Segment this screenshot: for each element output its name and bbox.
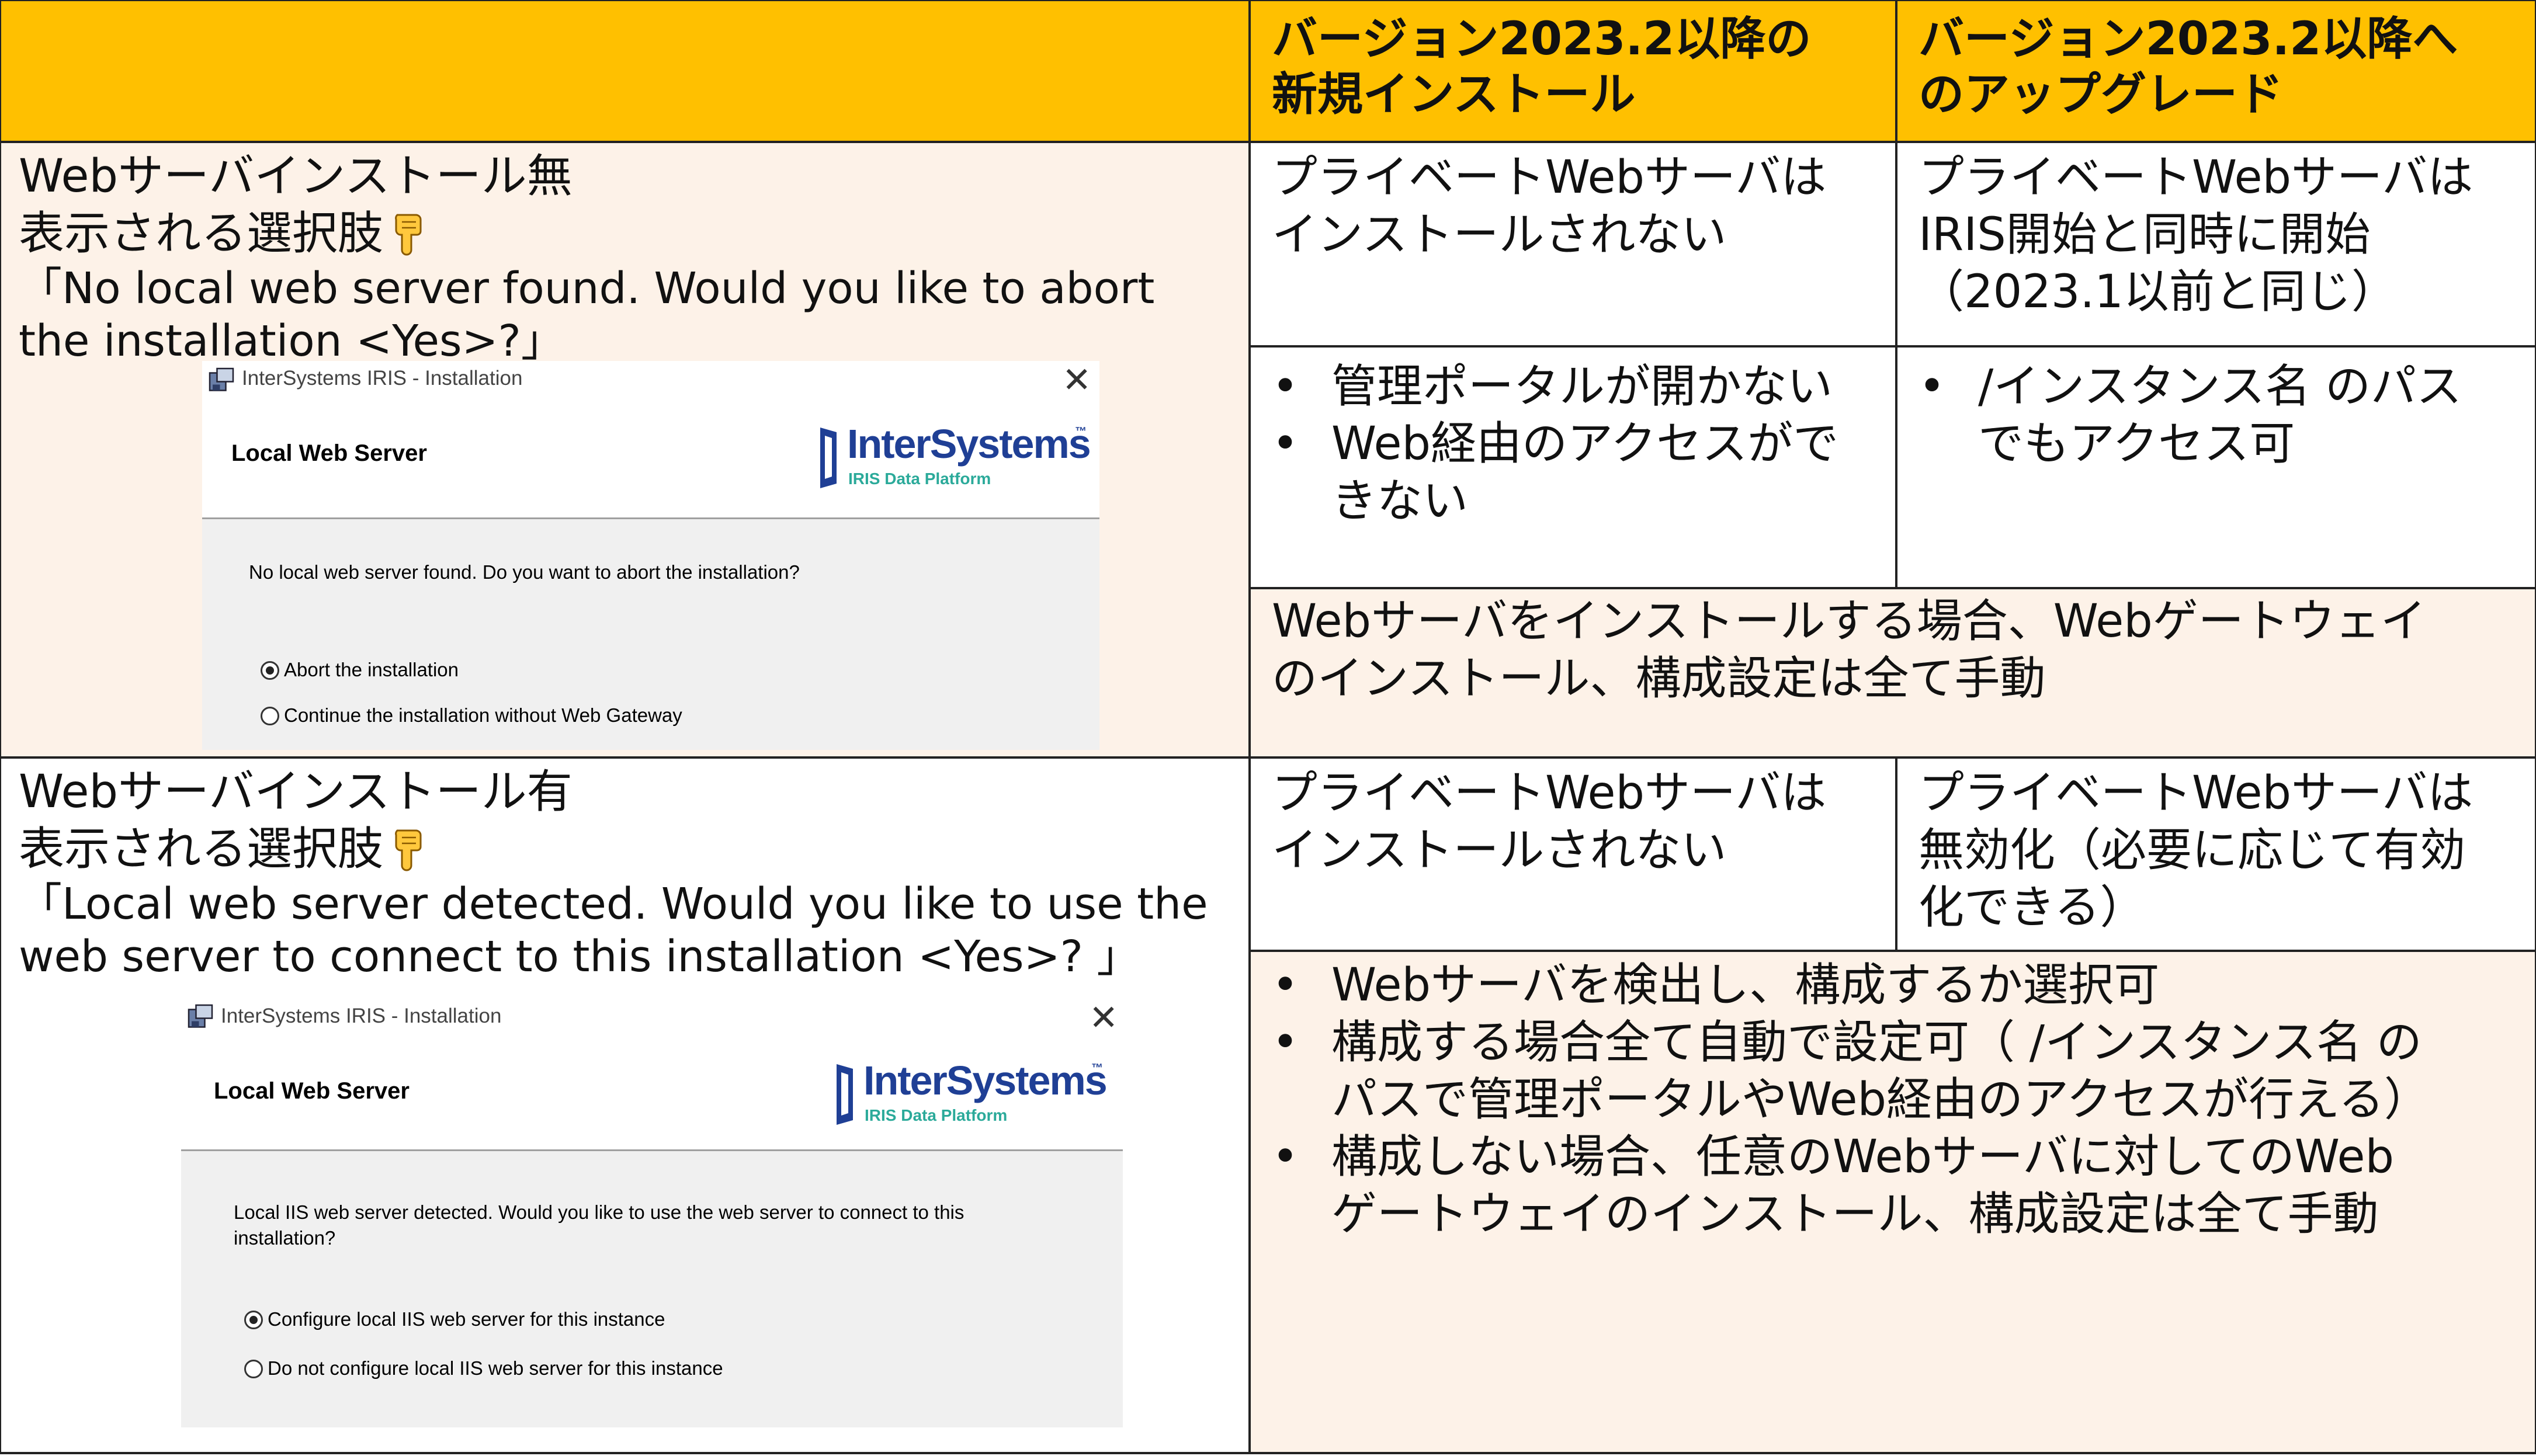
row2-choices-label: 表示される選択肢 <box>19 823 384 875</box>
comparison-table: バージョン2023.2以降の 新規インストール バージョン2023.2以降へ の… <box>0 0 2536 1456</box>
row2-upgrade-line3: 化できる） <box>1919 881 2146 934</box>
installer-app-icon <box>188 1004 213 1028</box>
row1-new-install-line2: インストールされない <box>1272 209 1727 261</box>
logo-name: InterSystems <box>863 1058 1108 1103</box>
row1-merged-line1: Webサーバをインストールする場合、Webゲートウェイ <box>1272 595 2426 648</box>
row2-upgrade-cell: プライベートWebサーバは 無効化（必要に応じて有効 化できる） <box>1895 756 2536 952</box>
row1-new-install-bullets-cell: 管理ポータルが開かない Web経由のアクセスがで きない <box>1248 345 1897 589</box>
installer-dialog-no-webserver: InterSystems IRIS - Installation ✕ Local… <box>202 360 1099 750</box>
option1-label: Abort the installation <box>284 659 459 680</box>
row1-upgrade-cell: プライベートWebサーバは IRIS開始と同時に開始 （2023.1以前と同じ） <box>1895 141 2536 348</box>
radio-button-icon[interactable] <box>244 1311 263 1329</box>
row1-upgrade-line2: IRIS開始と同時に開始 <box>1919 209 2371 261</box>
row1-upgrade-bullet-1-cont: でもアクセス可 <box>1897 415 2535 472</box>
header-empty-cell <box>0 0 1251 143</box>
close-icon[interactable]: ✕ <box>1062 360 1091 401</box>
intersystems-logo-icon: InterSystems ™ IRIS Data Platform <box>817 419 1091 495</box>
dialog-heading: Local Web Server <box>214 1078 410 1104</box>
row2-new-install-line1: プライベートWebサーバは <box>1272 767 1827 819</box>
pointing-down-hand-icon <box>395 829 422 871</box>
radio-option-abort[interactable]: Abort the installation <box>261 659 459 681</box>
header-upgrade-line1: バージョン2023.2以降へ <box>1919 13 2458 65</box>
row1-prompt-line1: 「No local web server found. Would you li… <box>19 263 1155 314</box>
row2-bullet-2-cont-text: パスで管理ポータルやWeb経由のアクセスが行える） <box>1331 1073 2430 1126</box>
radio-option-do-not-configure[interactable]: Do not configure local IIS web server fo… <box>244 1357 723 1379</box>
intersystems-logo-icon: InterSystems ™ IRIS Data Platform <box>833 1056 1113 1132</box>
row2-merged-cell: Webサーバを検出し、構成するか選択可 構成する場合全て自動で設定可（ /インス… <box>1248 950 2536 1454</box>
row2-prompt-line2: web server to connect to this installati… <box>19 932 1140 982</box>
row1-new-bullet-2: Web経由のアクセスがで <box>1251 415 1895 472</box>
row2-bullet-3: 構成しない場合、任意のWebサーバに対してのWeb <box>1251 1128 2535 1186</box>
option1-label: Configure local IIS web server for this … <box>268 1308 665 1330</box>
row1-new-bullet-2-cont-text: きない <box>1331 475 1469 527</box>
logo-sub: IRIS Data Platform <box>848 470 991 488</box>
logo-tm: ™ <box>1075 425 1087 438</box>
header-new-install: バージョン2023.2以降の 新規インストール <box>1248 0 1897 143</box>
radio-button-icon[interactable] <box>261 661 279 680</box>
row2-bullet-1: Webサーバを検出し、構成するか選択可 <box>1251 957 2535 1014</box>
radio-button-icon[interactable] <box>244 1360 263 1378</box>
installer-dialog-webserver-detected: InterSystems IRIS - Installation ✕ Local… <box>181 998 1123 1427</box>
row1-new-bullet-1: 管理ポータルが開かない <box>1251 358 1895 415</box>
dialog-message-line1: Local IIS web server detected. Would you… <box>234 1201 965 1223</box>
logo-sub: IRIS Data Platform <box>865 1106 1008 1124</box>
dialog-message: No local web server found. Do you want t… <box>249 561 800 583</box>
dialog-window-title: InterSystems IRIS - Installation <box>221 1005 502 1027</box>
row2-bullet-2: 構成する場合全て自動で設定可（ /インスタンス名 の <box>1251 1014 2535 1071</box>
installer-app-icon <box>209 367 234 391</box>
row2-bullet-3-cont: ゲートウェイのインストール、構成設定は全て手動 <box>1251 1186 2535 1243</box>
row1-upgrade-bullet-1-cont-text: でもアクセス可 <box>1978 418 2295 470</box>
radio-option-configure[interactable]: Configure local IIS web server for this … <box>244 1308 665 1330</box>
row1-merged-cell: Webサーバをインストールする場合、Webゲートウェイ のインストール、構成設定… <box>1248 587 2536 759</box>
logo-name: InterSystems <box>847 421 1091 467</box>
row2-new-install-cell: プライベートWebサーバは インストールされない <box>1248 756 1897 952</box>
dialog-separator <box>202 517 1099 519</box>
row1-choices-label: 表示される選択肢 <box>19 207 384 260</box>
dialog-separator <box>181 1149 1123 1151</box>
dialog-message: Local IIS web server detected. Would you… <box>234 1200 964 1251</box>
header-new-install-line2: 新規インストール <box>1272 68 1636 121</box>
row2-upgrade-line1: プライベートWebサーバは <box>1919 767 2473 819</box>
option2-label: Continue the installation without Web Ga… <box>284 704 682 726</box>
dialog-message-line2: installation? <box>234 1227 336 1249</box>
row2-prompt-line1: 「Local web server detected. Would you li… <box>19 879 1208 929</box>
pointing-down-hand-icon <box>395 214 422 256</box>
row2-new-install-line2: インストールされない <box>1272 824 1727 877</box>
row1-upgrade-line3: （2023.1以前と同じ） <box>1919 266 2397 318</box>
row1-new-bullet-2-cont: きない <box>1251 472 1895 530</box>
row2-bullet-2-cont: パスで管理ポータルやWeb経由のアクセスが行える） <box>1251 1071 2535 1128</box>
row-with-webserver-description: Webサーバインストール有 表示される選択肢 「Local web server… <box>0 756 1251 1454</box>
row1-new-install-line1: プライベートWebサーバは <box>1272 151 1827 204</box>
header-upgrade-line2: のアップグレード <box>1919 68 2284 121</box>
row1-title: Webサーバインストール無 <box>19 150 573 203</box>
header-upgrade: バージョン2023.2以降へ のアップグレード <box>1895 0 2536 143</box>
row1-upgrade-bullet-1: /インスタンス名 のパス <box>1897 358 2535 415</box>
logo-tm: ™ <box>1091 1062 1103 1075</box>
radio-button-icon[interactable] <box>261 707 279 725</box>
row1-new-install-cell: プライベートWebサーバは インストールされない <box>1248 141 1897 348</box>
row2-title: Webサーバインストール有 <box>19 766 573 818</box>
header-new-install-line1: バージョン2023.2以降の <box>1272 13 1812 65</box>
close-icon[interactable]: ✕ <box>1089 998 1118 1038</box>
dialog-heading: Local Web Server <box>231 440 427 466</box>
row-no-webserver-description: Webサーバインストール無 表示される選択肢 「No local web ser… <box>0 141 1251 759</box>
row2-bullet-3-cont-text: ゲートウェイのインストール、構成設定は全て手動 <box>1331 1188 2379 1240</box>
row1-merged-line2: のインストール、構成設定は全て手動 <box>1272 652 2046 705</box>
row1-upgrade-bullets-cell: /インスタンス名 のパス でもアクセス可 <box>1895 345 2536 589</box>
row1-upgrade-line1: プライベートWebサーバは <box>1919 151 2473 204</box>
dialog-window-title: InterSystems IRIS - Installation <box>242 367 523 390</box>
row2-upgrade-line2: 無効化（必要に応じて有効 <box>1919 824 2466 877</box>
option2-label: Do not configure local IIS web server fo… <box>268 1357 723 1379</box>
radio-option-continue[interactable]: Continue the installation without Web Ga… <box>261 704 682 727</box>
